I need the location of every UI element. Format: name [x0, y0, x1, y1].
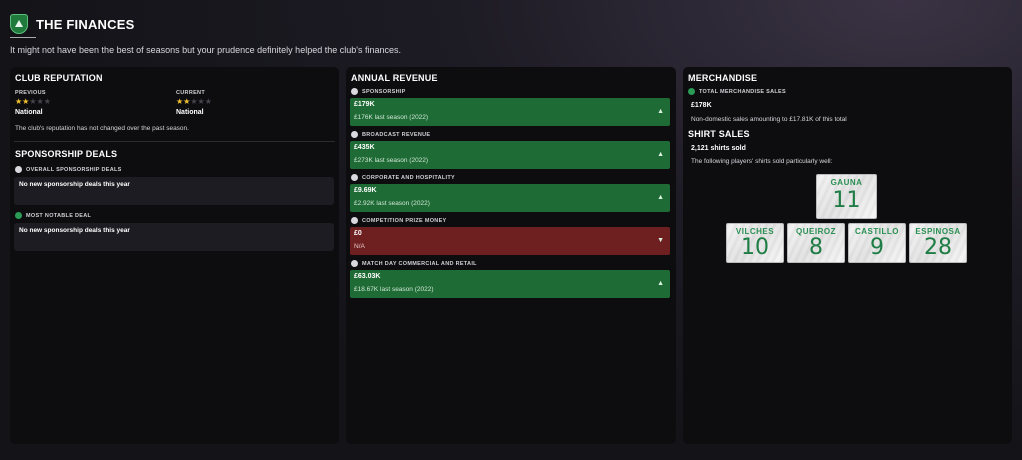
- current-label: CURRENT: [176, 90, 205, 96]
- page-header: THE FINANCES: [10, 14, 134, 34]
- current-stars: ★★★★★: [176, 98, 212, 106]
- page-title: THE FINANCES: [36, 16, 135, 32]
- shirt-number: 9: [870, 235, 884, 260]
- star-empty-icon: ★: [43, 97, 51, 106]
- player-shirt[interactable]: ESPINOSA 28: [909, 223, 967, 263]
- player-shirt[interactable]: QUEIROZ 8: [787, 223, 845, 263]
- previous-label: PREVIOUS: [15, 90, 46, 96]
- shirt-number: 8: [809, 235, 823, 260]
- trend-up-icon: ▲: [657, 280, 664, 287]
- revenue-amount: £435K: [354, 144, 375, 151]
- prize-money-icon: [351, 217, 358, 224]
- merchandise-icon: [688, 88, 695, 95]
- sponsorship-heading: SPONSORSHIP DEALS: [15, 149, 118, 159]
- revenue-row[interactable]: £435K £273K last season (2022) ▲: [350, 141, 670, 169]
- star-empty-icon: ★: [29, 97, 37, 106]
- overall-deals-label: OVERALL SPONSORSHIP DEALS: [26, 167, 122, 173]
- revenue-amount: £9.69K: [354, 187, 377, 194]
- sponsorship-icon: [351, 88, 358, 95]
- player-shirt[interactable]: CASTILLO 9: [848, 223, 906, 263]
- total-merch-note: Non-domestic sales amounting to £17.81K …: [691, 116, 847, 123]
- star-empty-icon: ★: [204, 97, 212, 106]
- shirt-number: 10: [741, 235, 769, 260]
- previous-stars: ★★★★★: [15, 98, 51, 106]
- revenue-label: MATCH DAY COMMERCIAL AND RETAIL: [362, 261, 477, 267]
- trend-down-icon: ▼: [657, 237, 664, 244]
- reputation-note: The club's reputation has not changed ov…: [15, 125, 189, 132]
- star-empty-icon: ★: [190, 97, 198, 106]
- revenue-amount: £63.03K: [354, 273, 381, 280]
- reputation-panel: CLUB REPUTATION PREVIOUS ★★★★★ National …: [10, 67, 339, 444]
- previous-reputation: National: [15, 109, 43, 116]
- match-day-icon: [351, 260, 358, 267]
- revenue-heading: ANNUAL REVENUE: [351, 73, 438, 83]
- notable-deal-icon: [15, 212, 22, 219]
- revenue-row[interactable]: £0 N/A ▼: [350, 227, 670, 255]
- revenue-row[interactable]: £63.03K £18.67K last season (2022) ▲: [350, 270, 670, 298]
- trend-up-icon: ▲: [657, 151, 664, 158]
- broadcast-icon: [351, 131, 358, 138]
- shirt-player-name: GAUNA: [830, 178, 863, 187]
- shirt-sales-heading: SHIRT SALES: [688, 129, 750, 139]
- notable-deal-box: No new sponsorship deals this year: [14, 223, 334, 251]
- trend-up-icon: ▲: [657, 108, 664, 115]
- section-divider: [14, 141, 335, 142]
- star-empty-icon: ★: [197, 97, 205, 106]
- shirts-sold: 2,121 shirts sold: [691, 145, 746, 152]
- revenue-last-season: £18.67K last season (2022): [354, 286, 434, 293]
- club-crest-icon: [10, 14, 28, 34]
- overall-deals-box: No new sponsorship deals this year: [14, 177, 334, 205]
- revenue-panel: ANNUAL REVENUE SPONSORSHIP £179K £176K l…: [346, 67, 676, 444]
- merchandise-panel: MERCHANDISE TOTAL MERCHANDISE SALES £178…: [683, 67, 1012, 444]
- reputation-heading: CLUB REPUTATION: [15, 73, 103, 83]
- revenue-last-season: £2.92K last season (2022): [354, 200, 430, 207]
- total-merch-value: £178K: [691, 102, 712, 109]
- revenue-label: COMPETITION PRIZE MONEY: [362, 218, 447, 224]
- overall-deals-value: No new sponsorship deals this year: [19, 181, 130, 188]
- trend-up-icon: ▲: [657, 194, 664, 201]
- revenue-last-season: £176K last season (2022): [354, 114, 429, 121]
- sponsorship-deal-icon: [15, 166, 22, 173]
- player-shirt[interactable]: GAUNA 11: [816, 174, 877, 219]
- revenue-last-season: N/A: [354, 243, 365, 250]
- total-merch-label: TOTAL MERCHANDISE SALES: [699, 89, 786, 95]
- revenue-last-season: £273K last season (2022): [354, 157, 429, 164]
- shirt-number: 11: [832, 188, 861, 213]
- hospitality-icon: [351, 174, 358, 181]
- page-subtitle: It might not have been the best of seaso…: [10, 45, 401, 55]
- merchandise-heading: MERCHANDISE: [688, 73, 758, 83]
- current-reputation: National: [176, 109, 204, 116]
- revenue-label: SPONSORSHIP: [362, 89, 406, 95]
- revenue-row[interactable]: £179K £176K last season (2022) ▲: [350, 98, 670, 126]
- shirt-number: 28: [924, 235, 952, 260]
- title-underline: [10, 37, 36, 38]
- player-shirt[interactable]: VILCHES 10: [726, 223, 784, 263]
- notable-deal-label: MOST NOTABLE DEAL: [26, 213, 92, 219]
- shirts-note: The following players' shirts sold parti…: [691, 158, 833, 165]
- notable-deal-value: No new sponsorship deals this year: [19, 227, 130, 234]
- revenue-label: CORPORATE AND HOSPITALITY: [362, 175, 455, 181]
- revenue-label: BROADCAST REVENUE: [362, 132, 431, 138]
- revenue-amount: £0: [354, 230, 362, 237]
- revenue-amount: £179K: [354, 101, 375, 108]
- star-empty-icon: ★: [36, 97, 44, 106]
- revenue-row[interactable]: £9.69K £2.92K last season (2022) ▲: [350, 184, 670, 212]
